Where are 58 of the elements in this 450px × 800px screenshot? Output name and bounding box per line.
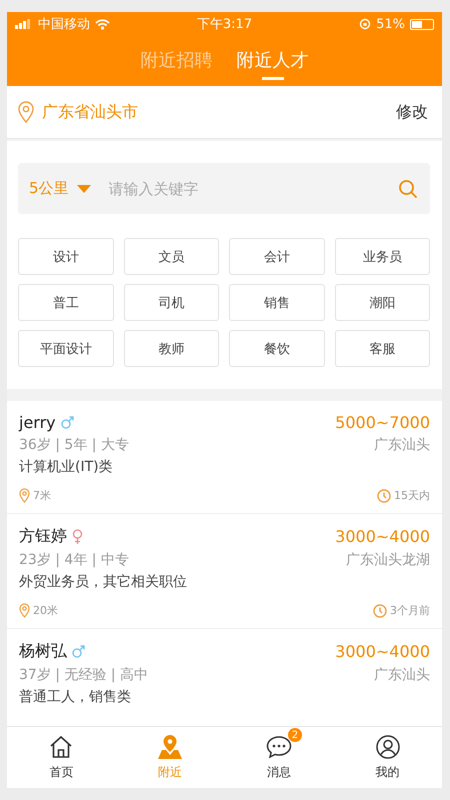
rotation-lock-icon [359,18,372,30]
nav-tab[interactable]: 我的 [333,727,442,788]
time-text: 3个月前 [390,603,430,618]
person-details: 23岁 | 4年 | 中专 [19,551,129,569]
battery-percent: 51% [376,16,406,32]
signal-icon [15,19,33,29]
person-location: 广东汕头 [374,436,430,454]
salary-text: 5000~7000 [335,413,430,432]
keyword-tag[interactable]: 业务员 [334,238,430,275]
nav-tab[interactable]: 2 消息 [224,727,334,788]
keyword-tag[interactable]: 司机 [124,284,219,321]
map-pin-icon [157,734,184,760]
person-name: 方钰婷 [19,526,67,547]
user-icon [376,735,400,759]
edit-link[interactable]: 修改 [396,102,428,122]
clock-icon [373,604,387,618]
distance-text: 20米 [33,603,58,618]
salary-text: 3000~4000 [335,527,430,546]
keyword-tag[interactable]: 教师 [124,330,219,367]
keyword-tag[interactable]: 普工 [18,284,114,321]
caret-icon [76,184,91,192]
clock-icon [377,488,391,502]
nav-tab[interactable]: 首页 [7,727,116,788]
keyword-tag[interactable]: 餐饮 [229,330,324,367]
location-text: 广东省汕头市 [42,102,139,122]
person-location: 广东汕头 [374,666,430,684]
person-name: 杨树弘 [19,641,67,662]
person-name: jerry [19,413,56,432]
status-time: 下午3:17 [196,16,252,33]
salary-text: 3000~4000 [335,642,430,661]
male-icon [60,416,74,429]
job-category: 计算机业(IT)类 [19,458,114,476]
job-category: 普通工人，销售类 [19,688,132,706]
home-icon [49,735,74,759]
job-category: 外贸业务员，其它相关职位 [19,573,188,591]
person-location: 广东汕头龙湖 [346,551,430,569]
keyword-tag[interactable]: 文员 [124,238,219,275]
battery-icon [410,18,434,30]
carrier-name: 中国移动 [38,16,90,33]
location-pin-icon [19,603,30,618]
location-pin-icon [18,101,34,123]
keyword-tag[interactable]: 会计 [229,238,324,275]
keyword-tag[interactable]: 设计 [18,238,114,275]
keyword-tag[interactable]: 平面设计 [18,330,114,367]
female-icon [72,529,83,544]
keyword-tag[interactable]: 销售 [229,284,324,321]
keyword-tag[interactable]: 客服 [334,330,430,367]
male-icon [72,645,85,658]
chat-bubble-icon [266,735,292,759]
wifi-icon [95,18,110,30]
unread-badge: 2 [288,728,302,742]
person-details: 37岁 | 无经验 | 高中 [19,666,148,684]
time-text: 15天内 [394,488,430,503]
keyword-tag[interactable]: 潮阳 [334,284,430,321]
person-details: 36岁 | 5年 | 大专 [19,436,129,454]
distance-text: 7米 [33,488,51,503]
location-pin-icon [19,488,30,503]
search-icon[interactable] [398,178,418,198]
